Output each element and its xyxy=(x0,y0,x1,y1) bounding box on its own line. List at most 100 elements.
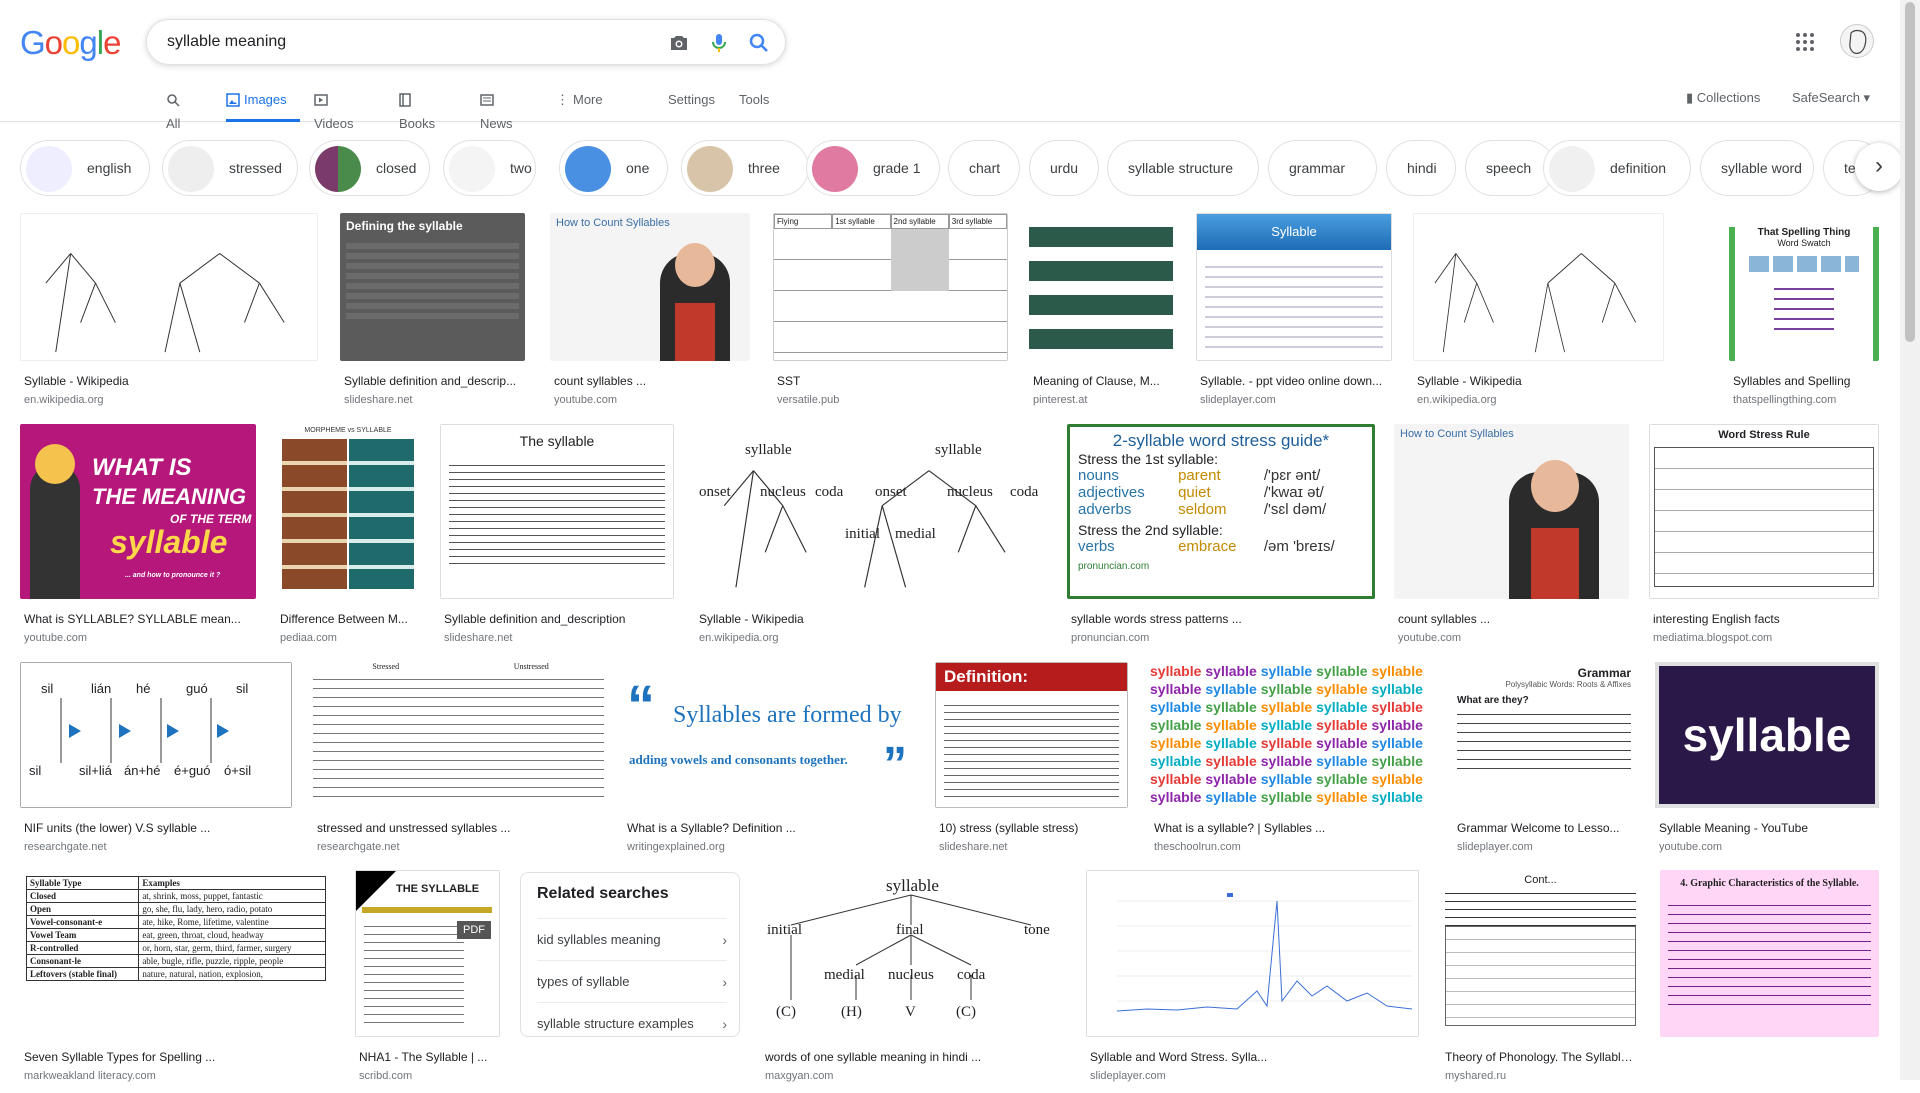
image-result[interactable]: Meaning of Clause, M... pinterest.at xyxy=(1029,213,1173,417)
result-title[interactable]: words of one syllable meaning in hindi .… xyxy=(765,1050,1062,1064)
image-result[interactable]: syllable Syllable Meaning - YouTube youtub… xyxy=(1655,662,1879,864)
image-result[interactable]: How to Count Syllables count syllables ..… xyxy=(550,213,750,417)
related-search-label: kid syllables meaning xyxy=(537,932,661,947)
image-result[interactable]: Definition: 10) stress (syllable stress) s… xyxy=(935,662,1128,864)
related-search-item[interactable]: types of syllable › xyxy=(537,960,727,1002)
result-thumbnail[interactable]: That Spelling Thing Word Swatch xyxy=(1729,213,1879,361)
result-title[interactable]: count syllables ... xyxy=(1398,612,1625,626)
result-title[interactable]: stressed and unstressed syllables ... xyxy=(317,821,600,835)
result-title[interactable]: Grammar Welcome to Lesso... xyxy=(1457,821,1631,835)
result-thumbnail[interactable] xyxy=(1029,213,1173,361)
result-thumbnail[interactable]: How to Count Syllables xyxy=(1394,424,1629,599)
image-result[interactable]: Stressed Unstressed stressed and unstresse… xyxy=(313,662,604,864)
thumb-text: syllable xyxy=(886,876,939,895)
result-thumbnail[interactable]: sil sil lián sil+liá hé án+hé guó é+guó sil ó+sil xyxy=(20,662,292,808)
image-result[interactable]: Grammar Polysyllabic Words: Roots & Affix… xyxy=(1453,662,1635,864)
image-result[interactable]: syllable syllable onset nucleus coda onset nuc… xyxy=(695,424,1046,655)
result-thumbnail[interactable]: Word Stress Rule xyxy=(1649,424,1879,599)
result-thumbnail[interactable]: The syllable xyxy=(440,424,674,599)
result-title[interactable]: Syllable - Wikipedia xyxy=(1417,374,1660,388)
result-title[interactable]: Syllable. - ppt video online down... xyxy=(1200,374,1388,388)
result-thumbnail[interactable]: “ Syllables are formed by adding vowels an… xyxy=(623,662,913,808)
thumb-text: syllable xyxy=(1205,735,1257,751)
result-title[interactable]: Syllable Meaning - YouTube xyxy=(1659,821,1875,835)
result-title[interactable]: Seven Syllable Types for Spelling ... xyxy=(24,1050,328,1064)
image-result[interactable]: THE SYLLABLE PDF NHA1 - The Syllable | ...… xyxy=(355,870,500,1093)
result-thumbnail[interactable]: Grammar Polysyllabic Words: Roots & Affix… xyxy=(1453,662,1635,808)
result-title[interactable]: Syllable - Wikipedia xyxy=(699,612,1042,626)
related-search-item[interactable]: syllable structure examples › xyxy=(537,1002,727,1044)
thumb-text: final xyxy=(896,922,924,938)
thumb-text: syllable xyxy=(1371,771,1423,787)
image-result[interactable]: How to Count Syllables count syllables ..… xyxy=(1394,424,1629,655)
thumb-text: adding vowels and consonants together. xyxy=(629,752,848,767)
result-title[interactable]: Syllable - Wikipedia xyxy=(24,374,314,388)
result-thumbnail[interactable]: Definition: xyxy=(935,662,1128,808)
result-title[interactable]: count syllables ... xyxy=(554,374,746,388)
result-thumbnail[interactable]: 4. Graphic Characteristics of the Syllab… xyxy=(1660,870,1879,1037)
result-thumbnail[interactable]: How to Count Syllables xyxy=(550,213,750,361)
image-result[interactable]: WHAT IS THE MEANING OF THE TERM syllable...… xyxy=(20,424,256,655)
related-search-item[interactable]: kid syllables meaning › xyxy=(537,918,727,960)
image-result[interactable]: Word Stress Rule interesting English fact… xyxy=(1649,424,1879,655)
result-title[interactable]: SST xyxy=(777,374,1004,388)
result-thumbnail[interactable]: MORPHEME vs SYLLABLE xyxy=(276,424,420,599)
result-title[interactable]: Difference Between M... xyxy=(280,612,416,626)
image-result[interactable]: sil sil lián sil+liá hé án+hé guó é+guó sil ó+sil… xyxy=(20,662,292,864)
image-result[interactable]: 2-syllable word stress guide* Stress the … xyxy=(1067,424,1375,655)
result-source: researchgate.net xyxy=(24,841,107,853)
result-thumbnail[interactable]: syllable initial final tone medial nucleus cod… xyxy=(761,870,1066,1037)
result-source: versatile.pub xyxy=(777,394,840,406)
image-result[interactable]: That Spelling Thing Word Swatch Syllables … xyxy=(1729,213,1879,417)
result-thumbnail[interactable]: Stressed Unstressed xyxy=(313,662,604,808)
result-title[interactable]: What is a Syllable? Definition ... xyxy=(627,821,909,835)
result-title[interactable]: Meaning of Clause, M... xyxy=(1033,374,1169,388)
thumb-text: medial xyxy=(895,526,936,542)
result-thumbnail[interactable] xyxy=(20,213,318,361)
result-thumbnail[interactable]: syllable xyxy=(1655,662,1879,808)
result-thumbnail[interactable]: Syllable xyxy=(1196,213,1392,361)
result-title[interactable]: What is a syllable? | Syllables ... xyxy=(1154,821,1430,835)
result-title[interactable]: Syllable definition and_descrip... xyxy=(344,374,521,388)
result-title[interactable]: NHA1 - The Syllable | ... xyxy=(359,1050,496,1064)
result-title[interactable]: Theory of Phonology. The Syllable ... xyxy=(1445,1050,1636,1064)
result-title[interactable]: NIF units (the lower) V.S syllable ... xyxy=(24,821,288,835)
result-thumbnail[interactable] xyxy=(1086,870,1419,1037)
image-result[interactable]: Syllable - Wikipedia en.wikipedia.org xyxy=(1413,213,1664,417)
image-result[interactable]: The syllable Syllable definition and_desc… xyxy=(440,424,674,655)
image-result[interactable]: Cont... Theory of Phonology. The Syllable… xyxy=(1441,870,1640,1093)
image-result[interactable]: syllable syllable syllable syllable syllable… xyxy=(1150,662,1434,864)
result-thumbnail[interactable]: 2-syllable word stress guide* Stress the … xyxy=(1067,424,1375,599)
image-result[interactable]: syllable initial final tone medial nucleus cod… xyxy=(761,870,1066,1093)
result-title[interactable]: syllable words stress patterns ... xyxy=(1071,612,1371,626)
result-thumbnail[interactable]: THE SYLLABLE PDF xyxy=(355,870,500,1037)
image-result[interactable]: Flying 1st syllable 2nd syllable 3rd syllab… xyxy=(773,213,1008,417)
image-result[interactable]: Syllable and Word Stress. Sylla... slidep… xyxy=(1086,870,1419,1093)
result-thumbnail[interactable]: syllable syllable syllable syllable syllable… xyxy=(1150,662,1434,808)
result-title[interactable]: Syllables and Spelling xyxy=(1733,374,1875,388)
result-title[interactable]: 10) stress (syllable stress) xyxy=(939,821,1124,835)
image-result[interactable]: Syllable Syllable. - ppt video online dow… xyxy=(1196,213,1392,417)
table-cell: R-controlled xyxy=(25,941,140,955)
result-title[interactable]: interesting English facts xyxy=(1653,612,1875,626)
image-result[interactable]: Syllable - Wikipedia en.wikipedia.org xyxy=(20,213,318,417)
scrollbar-thumb[interactable] xyxy=(1905,2,1915,342)
image-result[interactable]: “ Syllables are formed by adding vowels an… xyxy=(623,662,913,864)
result-thumbnail[interactable] xyxy=(1413,213,1664,361)
result-title[interactable]: Syllable and Word Stress. Sylla... xyxy=(1090,1050,1415,1064)
pdf-label: PDF xyxy=(463,924,485,936)
image-result[interactable]: Syllable Type Examples Closed at, shrink, m… xyxy=(20,870,332,1093)
result-thumbnail[interactable]: Syllable Type Examples Closed at, shrink, m… xyxy=(20,870,332,1037)
scrollbar[interactable] xyxy=(1900,0,1920,1080)
image-result[interactable]: 4. Graphic Characteristics of the Syllab… xyxy=(1660,870,1879,1093)
thumb-text: syllable xyxy=(1150,735,1202,751)
result-thumbnail[interactable]: Defining the syllable xyxy=(340,213,525,361)
image-result[interactable]: MORPHEME vs SYLLABLE Difference Between M… xyxy=(276,424,420,655)
result-thumbnail[interactable]: Cont... xyxy=(1441,870,1640,1037)
result-title[interactable]: Syllable definition and_description xyxy=(444,612,670,626)
result-thumbnail[interactable]: syllable syllable onset nucleus coda onset nuc… xyxy=(695,424,1046,599)
result-title[interactable]: What is SYLLABLE? SYLLABLE mean... xyxy=(24,612,252,626)
image-result[interactable]: Defining the syllable Syllable definition… xyxy=(340,213,525,417)
result-thumbnail[interactable]: Flying 1st syllable 2nd syllable 3rd syllab… xyxy=(773,213,1008,361)
result-thumbnail[interactable]: WHAT IS THE MEANING OF THE TERM syllable...… xyxy=(20,424,256,599)
